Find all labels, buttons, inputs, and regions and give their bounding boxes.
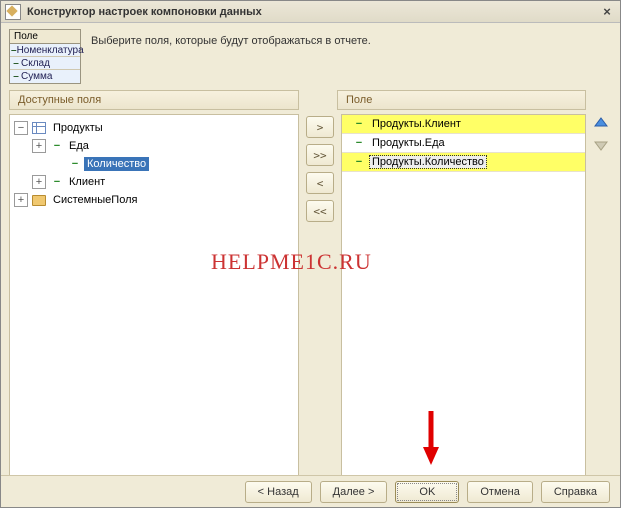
add-all-button[interactable]: >> <box>306 144 334 166</box>
table-row[interactable]: −Продукты.Количество <box>342 153 585 172</box>
field-icon: − <box>50 176 64 188</box>
field-icon: − <box>352 156 366 168</box>
tree-node-food[interactable]: + − Еда <box>12 137 296 155</box>
back-button[interactable]: < Назад <box>245 481 312 503</box>
tree-node-products[interactable]: − Продукты <box>12 119 296 137</box>
tree-label: Еда <box>66 139 92 153</box>
main-area: − Продукты + − Еда − Количество + − Клие… <box>1 110 620 490</box>
twist-empty <box>50 157 64 171</box>
ok-button[interactable]: OK <box>395 481 459 503</box>
remove-one-button[interactable]: < <box>306 172 334 194</box>
tree-node-system-fields[interactable]: + СистемныеПоля <box>12 191 296 209</box>
cancel-button[interactable]: Отмена <box>467 481 532 503</box>
field-icon: − <box>50 140 64 152</box>
titlebar: Конструктор настроек компоновки данных × <box>1 1 620 23</box>
table-row[interactable]: −Продукты.Еда <box>342 134 585 153</box>
table-row[interactable]: −Продукты.Клиент <box>342 115 585 134</box>
mini-row: –Сумма <box>10 70 80 83</box>
expand-icon[interactable]: + <box>32 139 46 153</box>
tree-node-client[interactable]: + − Клиент <box>12 173 296 191</box>
tree-label: Продукты <box>50 121 106 135</box>
columns-header-row: Доступные поля Поле <box>1 90 620 110</box>
move-up-button[interactable] <box>591 114 611 132</box>
selected-header: Поле <box>337 90 586 110</box>
next-button[interactable]: Далее > <box>320 481 388 503</box>
footer: < Назад Далее > OK Отмена Справка <box>1 475 620 507</box>
transfer-buttons: > >> < << <box>303 114 337 482</box>
add-one-button[interactable]: > <box>306 116 334 138</box>
selected-table: −Продукты.Клиент −Продукты.Еда −Продукты… <box>342 115 585 172</box>
remove-all-button[interactable]: << <box>306 200 334 222</box>
available-header: Доступные поля <box>9 90 299 110</box>
instruction-text: Выберите поля, которые будут отображатьс… <box>91 29 371 47</box>
move-down-button[interactable] <box>591 136 611 154</box>
field-icon: − <box>68 158 82 170</box>
mini-row: –Номенклатура <box>10 44 80 57</box>
help-button[interactable]: Справка <box>541 481 610 503</box>
top-panel: Поле –Номенклатура –Склад –Сумма Выберит… <box>1 23 620 90</box>
collapse-icon[interactable]: − <box>14 121 28 135</box>
mini-table-header: Поле <box>10 30 80 44</box>
selected-label: Продукты.Клиент <box>370 118 463 130</box>
selected-label: Продукты.Еда <box>370 137 447 149</box>
tree-label: СистемныеПоля <box>50 193 140 207</box>
tree-node-quantity[interactable]: − Количество <box>12 155 296 173</box>
expand-icon[interactable]: + <box>14 193 28 207</box>
window-title: Конструктор настроек компоновки данных <box>27 6 598 18</box>
tree-label: Клиент <box>66 175 108 189</box>
app-icon <box>5 4 21 20</box>
close-icon[interactable]: × <box>598 4 616 20</box>
tree-label: Количество <box>84 157 149 171</box>
order-arrows <box>590 114 612 482</box>
selected-label: Продукты.Количество <box>370 156 486 168</box>
selected-fields-panel[interactable]: −Продукты.Клиент −Продукты.Еда −Продукты… <box>341 114 586 482</box>
table-icon <box>32 122 46 134</box>
mini-row: –Склад <box>10 57 80 70</box>
folder-icon <box>32 195 46 206</box>
available-tree: − Продукты + − Еда − Количество + − Клие… <box>10 115 298 213</box>
available-fields-panel[interactable]: − Продукты + − Еда − Количество + − Клие… <box>9 114 299 482</box>
preview-mini-table: Поле –Номенклатура –Склад –Сумма <box>9 29 81 84</box>
expand-icon[interactable]: + <box>32 175 46 189</box>
field-icon: − <box>352 137 366 149</box>
field-icon: − <box>352 118 366 130</box>
